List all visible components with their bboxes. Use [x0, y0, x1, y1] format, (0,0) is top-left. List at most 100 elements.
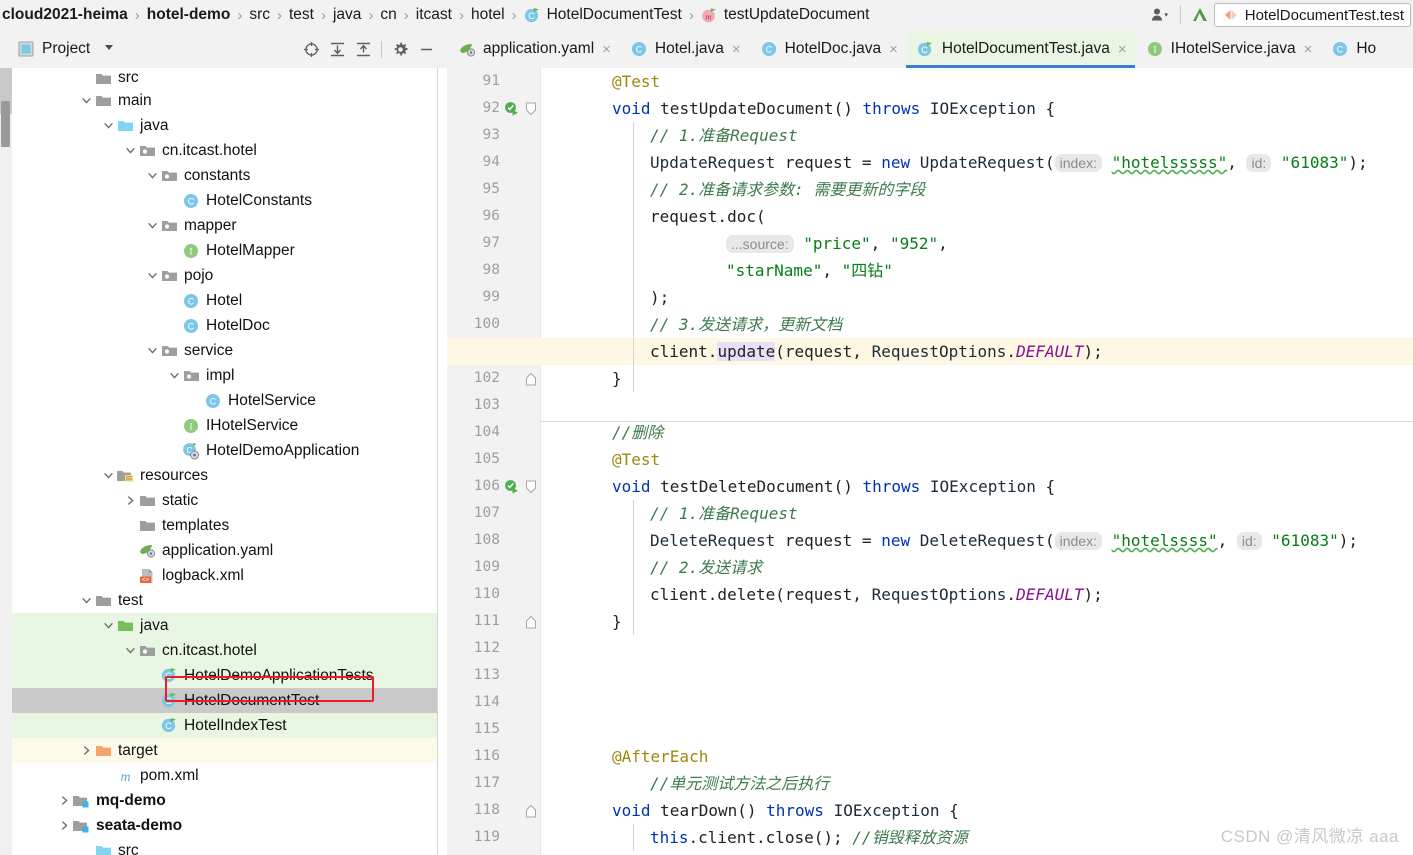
chevron-down-icon[interactable]	[144, 168, 160, 184]
code-line[interactable]: client.update(request, RequestOptions.DE…	[447, 338, 1413, 365]
tree-item[interactable]: target	[12, 738, 437, 763]
code-line[interactable]: // 2.发送请求	[540, 554, 1413, 581]
code-fold-marker[interactable]	[524, 365, 538, 392]
code-line[interactable]: DeleteRequest request = new DeleteReques…	[540, 527, 1413, 554]
run-test-gutter-icon[interactable]	[504, 473, 522, 500]
settings-gear-icon[interactable]	[387, 36, 413, 62]
code-line[interactable]: ...source: "price", "952",	[540, 230, 1413, 257]
tree-item[interactable]: cn.itcast.hotel	[12, 638, 437, 663]
code-line[interactable]: );	[540, 284, 1413, 311]
tree-item[interactable]: I HotelMapper	[12, 238, 437, 263]
tree-item[interactable]: seata-demo	[12, 813, 437, 838]
breadcrumb-item[interactable]: src	[249, 0, 270, 30]
code-line[interactable]: // 1.准备Request	[540, 500, 1413, 527]
expand-all-icon[interactable]	[324, 36, 350, 62]
editor-tab[interactable]: C Ho	[1320, 30, 1384, 68]
code-line[interactable]: void testUpdateDocument() throws IOExcep…	[540, 95, 1413, 122]
close-icon[interactable]: ×	[1118, 42, 1127, 57]
tree-item[interactable]: C HotelDoc	[12, 313, 437, 338]
editor-tab[interactable]: I IHotelService.java ×	[1135, 30, 1321, 68]
chevron-down-icon[interactable]	[100, 118, 116, 134]
code-line[interactable]	[540, 716, 1413, 743]
chevron-down-icon[interactable]	[100, 468, 116, 484]
code-line[interactable]	[540, 392, 1413, 419]
code-line[interactable]: }	[540, 608, 1413, 635]
tree-item[interactable]: impl	[12, 363, 437, 388]
code-line[interactable]: client.delete(request, RequestOptions.DE…	[540, 581, 1413, 608]
tree-item[interactable]: java	[12, 113, 437, 138]
chevron-right-icon[interactable]	[122, 493, 138, 509]
tree-item[interactable]: mq-demo	[12, 788, 437, 813]
tree-item[interactable]: C Hotel	[12, 288, 437, 313]
breadcrumb-item[interactable]: C HotelDocumentTest	[524, 0, 682, 30]
chevron-down-icon[interactable]	[100, 618, 116, 634]
tree-item[interactable]: I IHotelService	[12, 413, 437, 438]
tree-item[interactable]: m pom.xml	[12, 763, 437, 788]
locate-icon[interactable]	[298, 36, 324, 62]
chevron-down-icon[interactable]	[78, 93, 94, 109]
tree-item[interactable]: test	[12, 588, 437, 613]
green-arrow-icon[interactable]	[1190, 5, 1210, 25]
tree-item[interactable]: main	[12, 88, 437, 113]
tree-item[interactable]: src	[12, 68, 437, 88]
tree-item-selected[interactable]: C HotelDocumentTest	[12, 688, 437, 713]
code-line[interactable]: "starName", "四钻"	[540, 257, 1413, 284]
code-line[interactable]: @Test	[540, 446, 1413, 473]
chevron-right-icon[interactable]	[56, 818, 72, 834]
tree-item[interactable]: constants	[12, 163, 437, 188]
chevron-down-icon[interactable]	[144, 343, 160, 359]
editor-gutter[interactable]: 9192939495969798991001011021031041051061…	[447, 68, 540, 855]
code-line[interactable]: void tearDown() throws IOException {	[540, 797, 1413, 824]
code-line[interactable]: // 1.准备Request	[540, 122, 1413, 149]
tree-item[interactable]: application.yaml	[12, 538, 437, 563]
tree-item[interactable]: C HotelIndexTest	[12, 713, 437, 738]
code-fold-marker[interactable]	[524, 95, 538, 122]
code-line[interactable]: @AfterEach	[540, 743, 1413, 770]
code-fold-marker[interactable]	[524, 473, 538, 500]
tree-item[interactable]: resources	[12, 463, 437, 488]
tree-item[interactable]: <> logback.xml	[12, 563, 437, 588]
code-fold-marker[interactable]	[524, 608, 538, 635]
code-line[interactable]: @Test	[540, 68, 1413, 95]
editor-tab[interactable]: application.yaml ×	[447, 30, 619, 68]
collapse-all-icon[interactable]	[350, 36, 376, 62]
tree-item[interactable]: java	[12, 613, 437, 638]
code-line[interactable]: //删除	[540, 419, 1413, 446]
code-line[interactable]	[540, 662, 1413, 689]
tree-item[interactable]: service	[12, 338, 437, 363]
breadcrumb-item[interactable]: java	[333, 0, 361, 30]
code-line[interactable]: UpdateRequest request = new UpdateReques…	[540, 149, 1413, 176]
tree-item[interactable]: static	[12, 488, 437, 513]
tree-item[interactable]: templates	[12, 513, 437, 538]
code-line[interactable]	[540, 635, 1413, 662]
code-line[interactable]: void testDeleteDocument() throws IOExcep…	[540, 473, 1413, 500]
close-icon[interactable]: ×	[602, 42, 611, 57]
breadcrumb-item[interactable]: itcast	[416, 0, 452, 30]
chevron-down-icon[interactable]	[122, 143, 138, 159]
user-settings-icon[interactable]	[1151, 7, 1171, 23]
chevron-down-icon[interactable]	[122, 643, 138, 659]
code-line[interactable]: // 2.准备请求参数: 需要更新的字段	[540, 176, 1413, 203]
chevron-down-icon[interactable]	[103, 40, 115, 58]
chevron-down-icon[interactable]	[144, 268, 160, 284]
code-line[interactable]: //单元测试方法之后执行	[540, 770, 1413, 797]
tree-item[interactable]: pojo	[12, 263, 437, 288]
breadcrumb-item[interactable]: cloud2021-heima	[2, 0, 128, 30]
project-tree[interactable]: src main java cn.itcast.hotel constants C Hote…	[12, 68, 437, 855]
tree-item[interactable]: cn.itcast.hotel	[12, 138, 437, 163]
code-fold-marker[interactable]	[524, 797, 538, 824]
chevron-down-icon[interactable]	[144, 218, 160, 234]
close-icon[interactable]: ×	[1304, 42, 1313, 57]
chevron-down-icon[interactable]	[166, 368, 182, 384]
tree-item[interactable]: C HotelService	[12, 388, 437, 413]
tree-item[interactable]: C HotelConstants	[12, 188, 437, 213]
run-configuration-selector[interactable]: HotelDocumentTest.test	[1213, 3, 1411, 27]
code-line[interactable]: request.doc(	[540, 203, 1413, 230]
tree-item[interactable]: C HotelDemoApplication	[12, 438, 437, 463]
code-line[interactable]: }	[540, 365, 1413, 392]
tree-item[interactable]: C HotelDemoApplicationTests	[12, 663, 437, 688]
breadcrumb-item[interactable]: hotel	[471, 0, 505, 30]
hide-panel-icon[interactable]	[413, 36, 439, 62]
breadcrumb-item[interactable]: hotel-demo	[147, 0, 231, 30]
breadcrumb-item[interactable]: m testUpdateDocument	[701, 0, 869, 30]
